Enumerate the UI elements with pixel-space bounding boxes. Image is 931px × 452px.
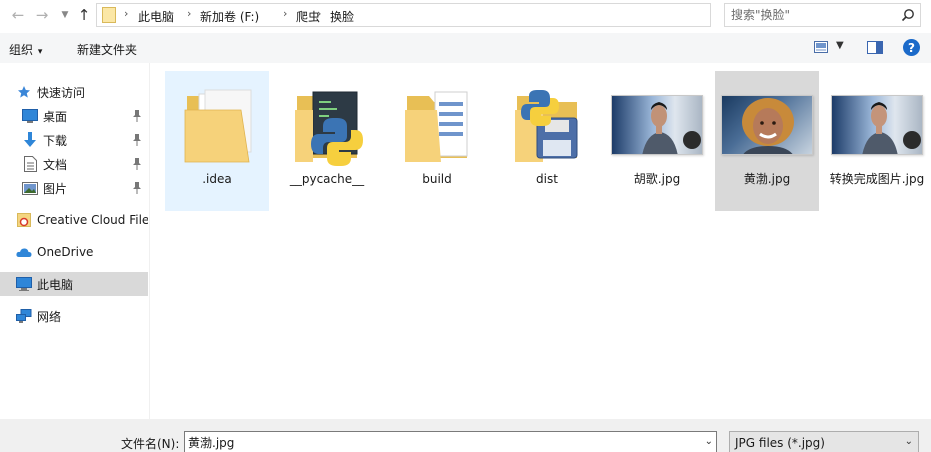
file-name-label: 胡歌.jpg xyxy=(633,172,681,186)
pin-icon[interactable] xyxy=(132,109,142,123)
image-thumbnail xyxy=(715,77,819,173)
breadcrumb-separator-icon: › xyxy=(124,7,129,20)
chevron-down-icon[interactable]: ⌄ xyxy=(705,436,713,447)
image-thumbnail xyxy=(605,77,709,173)
file-tile-converted-image[interactable]: 转换完成图片.jpg xyxy=(825,71,929,211)
sidebar-item-label: 网络 xyxy=(37,309,62,324)
sidebar-item-label: 文档 xyxy=(43,157,68,172)
sidebar-item-quick-access[interactable]: 快速访问 xyxy=(0,80,148,104)
file-name-label: build xyxy=(422,172,452,186)
file-name-label: 文件名(N): xyxy=(121,437,180,451)
sidebar-item-this-pc[interactable]: 此电脑 xyxy=(0,272,148,296)
back-arrow-icon[interactable]: ← xyxy=(8,5,28,25)
sidebar-item-desktop[interactable]: 桌面 xyxy=(0,104,148,128)
breadcrumb-this-pc[interactable]: 此电脑 xyxy=(138,8,174,25)
network-icon xyxy=(16,308,32,324)
python-folder-icon xyxy=(275,77,379,173)
search-input[interactable] xyxy=(725,4,895,26)
file-tile-pycache[interactable]: __pycache__ xyxy=(275,71,379,211)
file-name-label: dist xyxy=(536,172,558,186)
document-icon xyxy=(22,156,38,172)
pictures-icon xyxy=(22,180,38,196)
sidebar-item-downloads[interactable]: 下载 xyxy=(0,128,148,152)
new-folder-button[interactable]: 新建文件夹 xyxy=(77,41,137,58)
file-name-bar: 文件名(N): ⌄ JPG files (*.jpg) ⌄ xyxy=(0,419,931,452)
breadcrumb-separator-icon: › xyxy=(283,7,288,20)
breadcrumb-faceswap[interactable]: 换脸 xyxy=(330,8,354,25)
file-tile-idea[interactable]: .idea xyxy=(165,71,269,211)
preview-pane-icon[interactable] xyxy=(867,41,883,54)
sidebar-item-documents[interactable]: 文档 xyxy=(0,152,148,176)
up-arrow-icon[interactable]: ↑ xyxy=(74,5,94,25)
pin-icon[interactable] xyxy=(132,157,142,171)
address-row: ← → ▼ ↑ › 此电脑 › 新加卷 (F:) › 爬虫 › 换脸 ⌄ ↻ xyxy=(0,0,931,30)
help-icon[interactable]: ? xyxy=(903,39,920,56)
search-box[interactable] xyxy=(724,3,921,27)
desktop-icon xyxy=(22,108,38,124)
folder-icon xyxy=(102,7,116,23)
breadcrumb-drive[interactable]: 新加卷 (F:) xyxy=(200,8,259,25)
file-type-label: JPG files (*.jpg) xyxy=(735,436,825,450)
sidebar-item-label: 快速访问 xyxy=(37,85,86,100)
creative-cloud-icon xyxy=(16,212,32,228)
star-icon xyxy=(16,84,32,100)
sidebar-item-creative-cloud[interactable]: Creative Cloud Files xyxy=(0,208,148,232)
breadcrumb-separator-icon: › xyxy=(187,7,192,20)
folder-icon xyxy=(385,77,489,173)
change-view-icon[interactable] xyxy=(814,41,828,53)
onedrive-icon xyxy=(16,244,32,260)
file-name-combobox[interactable]: ⌄ xyxy=(184,431,717,452)
breadcrumb-separator-icon: › xyxy=(317,7,322,20)
sidebar-item-pictures[interactable]: 图片 xyxy=(0,176,148,200)
file-tile-hu-ge[interactable]: 胡歌.jpg xyxy=(605,71,709,211)
file-tile-dist[interactable]: dist xyxy=(495,71,599,211)
python-disk-folder-icon xyxy=(495,77,599,173)
navigation-pane: 快速访问 桌面 下载 文档 图片 Creative Cloud Files On… xyxy=(0,63,150,419)
folder-icon xyxy=(165,77,269,173)
file-list: .idea __pycache__ build dist 胡歌.jpg 黄渤.j… xyxy=(151,63,931,419)
address-bar[interactable]: › 此电脑 › 新加卷 (F:) › 爬虫 › 换脸 ⌄ ↻ xyxy=(96,3,804,27)
pin-icon[interactable] xyxy=(132,133,142,147)
file-name-label: .idea xyxy=(202,172,232,186)
sidebar-item-network[interactable]: 网络 xyxy=(0,304,148,328)
file-type-select[interactable]: JPG files (*.jpg) ⌄ xyxy=(729,431,919,452)
this-pc-icon xyxy=(16,276,32,292)
forward-arrow-icon[interactable]: → xyxy=(32,5,52,25)
file-name-label: 转换完成图片.jpg xyxy=(829,172,925,186)
pin-icon[interactable] xyxy=(132,181,142,195)
organize-label: 组织 xyxy=(9,43,34,57)
view-dropdown-icon[interactable]: ▼ xyxy=(836,40,844,51)
sidebar-item-onedrive[interactable]: OneDrive xyxy=(0,240,148,264)
recent-locations-chevron-icon[interactable]: ▼ xyxy=(55,5,75,25)
file-tile-huang-bo[interactable]: 黄渤.jpg xyxy=(715,71,819,211)
sidebar-item-label: 下载 xyxy=(43,133,68,148)
file-tile-build[interactable]: build xyxy=(385,71,489,211)
download-icon xyxy=(22,132,38,148)
organize-dropdown-icon: ▾ xyxy=(35,47,43,57)
image-thumbnail xyxy=(825,77,929,173)
sidebar-item-label: 此电脑 xyxy=(37,277,74,292)
search-icon[interactable] xyxy=(901,8,915,22)
sidebar-item-label: Creative Cloud Files xyxy=(37,213,148,227)
sidebar-item-label: 桌面 xyxy=(43,109,68,124)
file-name-label: __pycache__ xyxy=(289,172,365,186)
organize-button[interactable]: 组织 ▾ xyxy=(9,41,42,58)
chevron-down-icon: ⌄ xyxy=(904,436,913,447)
sidebar-item-label: 图片 xyxy=(43,181,68,196)
file-name-label: 黄渤.jpg xyxy=(743,172,791,186)
command-toolbar: 组织 ▾ 新建文件夹 ▼ ? xyxy=(0,33,931,63)
file-name-input[interactable] xyxy=(185,432,695,452)
sidebar-item-label: OneDrive xyxy=(37,245,94,259)
